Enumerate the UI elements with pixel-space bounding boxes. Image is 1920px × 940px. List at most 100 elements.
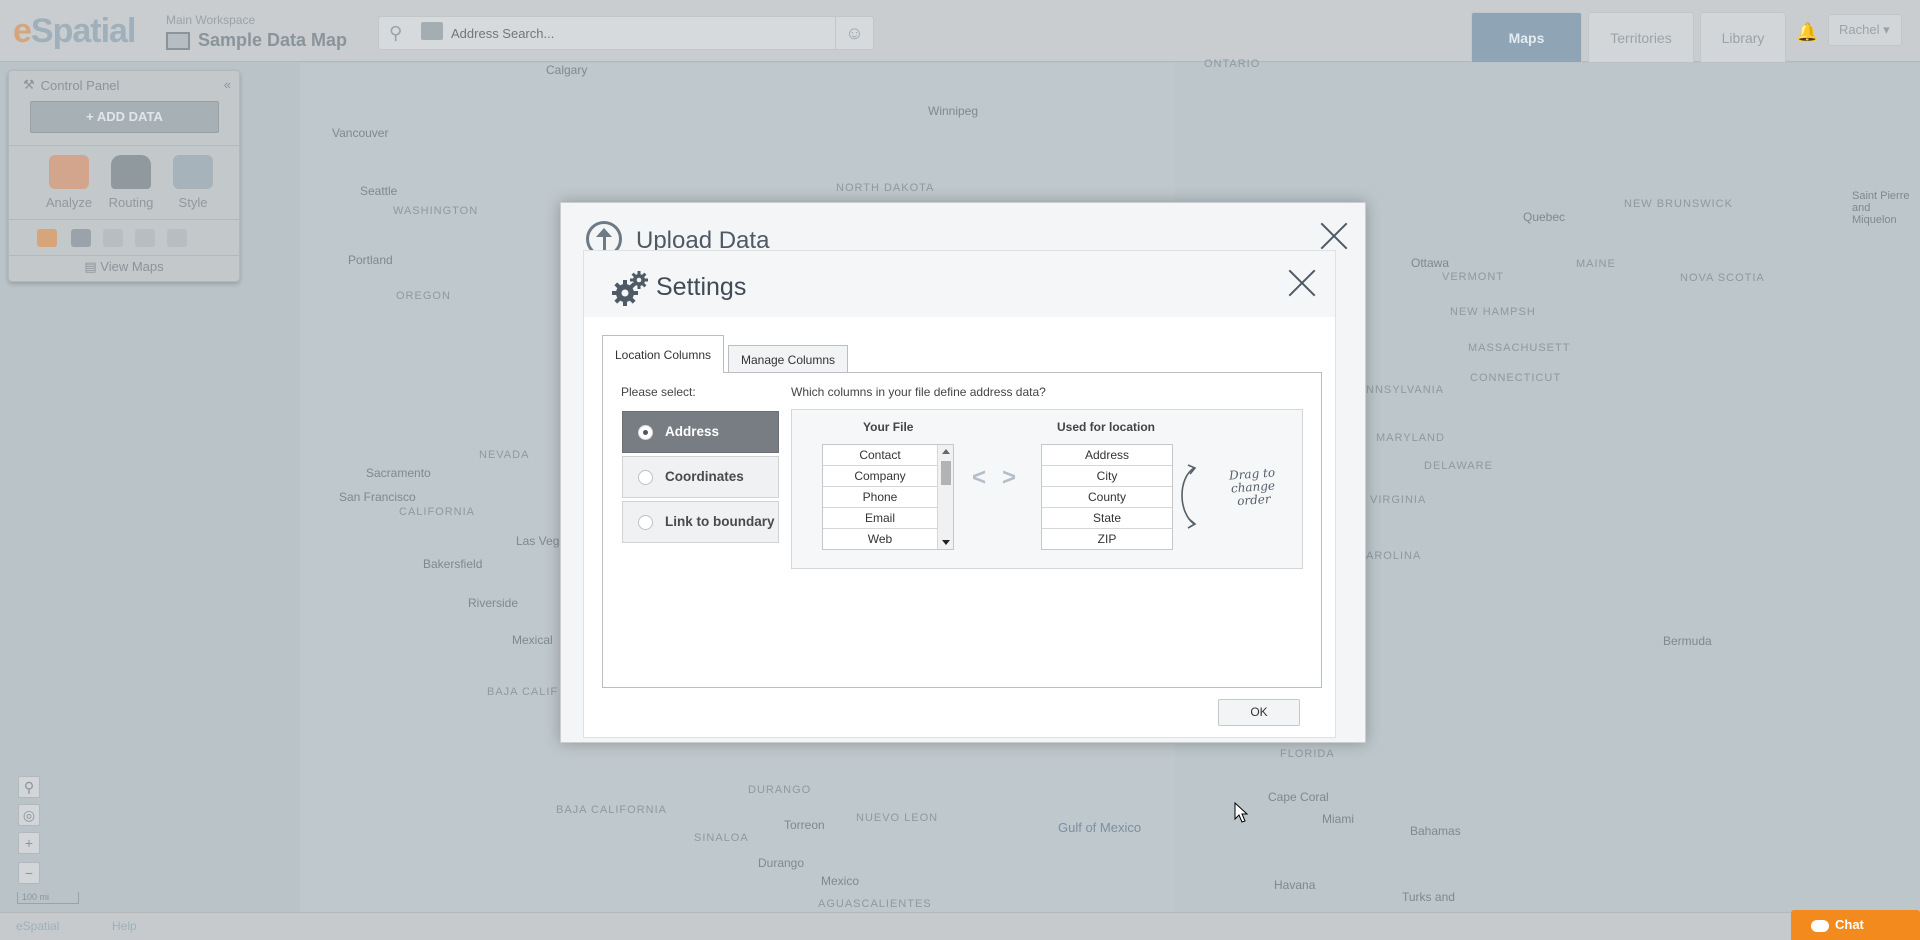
list-item[interactable]: Email	[823, 508, 937, 529]
warning-icon[interactable]	[37, 229, 57, 247]
mouse-cursor-icon	[1234, 802, 1249, 823]
globe-icon[interactable]	[135, 229, 155, 247]
view-maps-link[interactable]: ▤ View Maps	[9, 259, 239, 275]
zoom-out-button[interactable]: −	[18, 862, 40, 884]
bell-icon[interactable]: 🔔	[1796, 22, 1818, 43]
curved-arrows-icon	[1181, 464, 1197, 529]
map-label: CONNECTICUT	[1470, 372, 1562, 384]
zoom-box-icon[interactable]: ⚲	[18, 776, 40, 798]
map-icon	[166, 31, 190, 50]
move-right-button[interactable]: >	[1002, 464, 1016, 492]
map-label: NUEVO LEON	[856, 812, 939, 824]
collapse-icon[interactable]: «	[224, 77, 231, 92]
map-label: DELAWARE	[1424, 460, 1493, 472]
map-label: DURANGO	[748, 784, 812, 796]
divider	[9, 219, 239, 220]
your-file-list[interactable]: Contact Company Phone Email Web	[822, 444, 954, 550]
map-label: Quebec	[1523, 210, 1566, 224]
please-select-label: Please select:	[621, 385, 696, 399]
map-label: MASSACHUSETT	[1468, 342, 1571, 354]
radio-button[interactable]	[638, 470, 653, 485]
scroll-thumb[interactable]	[941, 461, 951, 485]
list-item[interactable]: Phone	[823, 487, 937, 508]
close-icon[interactable]	[1319, 221, 1349, 251]
list-item[interactable]: Company	[823, 466, 937, 487]
option-coordinates[interactable]: Coordinates	[622, 456, 779, 498]
routing-tool[interactable]: Routing	[101, 155, 161, 210]
ok-button[interactable]: OK	[1218, 699, 1300, 726]
map-label: Mexico	[821, 874, 860, 888]
add-data-button[interactable]: + ADD DATA	[30, 101, 219, 133]
map-label: Bermuda	[1663, 634, 1712, 648]
list-item[interactable]: Address	[1042, 445, 1172, 466]
map-label: Seattle	[360, 184, 398, 198]
drag-hint-text: Drag to change order	[1228, 465, 1276, 509]
map-label: NEW BRUNSWICK	[1624, 198, 1733, 210]
folder-icon[interactable]	[71, 229, 91, 247]
scrollbar[interactable]	[937, 445, 953, 549]
export-icon[interactable]	[167, 229, 187, 247]
add-note-icon[interactable]	[421, 22, 443, 40]
style-icon	[173, 155, 213, 189]
map-label: NEW HAMPSH	[1450, 306, 1536, 318]
scroll-up-icon[interactable]	[942, 449, 950, 454]
map-label: Riverside	[468, 596, 519, 610]
map-title[interactable]: Sample Data Map	[166, 30, 347, 51]
map-label: VERMONT	[1442, 271, 1504, 283]
option-link-to-boundary[interactable]: Link to boundary	[622, 501, 779, 543]
map-label: Ottawa	[1411, 256, 1450, 270]
list-item[interactable]: ZIP	[1042, 529, 1172, 549]
add-user-icon[interactable]: ☺	[835, 17, 873, 49]
list-item[interactable]: Contact	[823, 445, 937, 466]
map-label: BAJA CALIFORNIA	[556, 804, 667, 816]
settings-dialog: Settings Location Columns Manage Columns…	[583, 250, 1336, 738]
map-label: San Francisco	[339, 490, 416, 504]
map-label: Sacramento	[366, 466, 431, 480]
locate-icon[interactable]: ◎	[18, 804, 40, 826]
chat-icon	[1811, 919, 1829, 932]
list-item[interactable]: City	[1042, 466, 1172, 487]
tab-maps[interactable]: Maps	[1471, 12, 1582, 62]
map-label: MAINE	[1576, 258, 1616, 270]
map-label: VIRGINIA	[1370, 494, 1427, 506]
address-search-input[interactable]	[451, 21, 811, 45]
column-mapping-box: Your File Contact Company Phone Email We…	[791, 409, 1303, 569]
map-label: Miami	[1322, 812, 1354, 826]
scroll-down-icon[interactable]	[942, 540, 950, 545]
map-label: OREGON	[396, 290, 451, 302]
help-link[interactable]: Help	[112, 919, 137, 933]
map-label: WASHINGTON	[393, 205, 479, 217]
tab-library[interactable]: Library	[1700, 12, 1786, 62]
settings-title: Settings	[656, 273, 747, 301]
analyze-tool[interactable]: Analyze	[39, 155, 99, 210]
map-label: FLORIDA	[1280, 748, 1335, 760]
map-label: SINALOA	[694, 832, 749, 844]
user-menu[interactable]: Rachel ▾	[1828, 14, 1902, 46]
tab-territories[interactable]: Territories	[1588, 12, 1694, 62]
zoom-in-button[interactable]: +	[18, 832, 40, 854]
add-location-icon[interactable]: ⚲	[389, 23, 402, 44]
plus-icon: +	[86, 109, 97, 124]
map-label: ONTARIO	[1204, 58, 1261, 70]
move-left-button[interactable]: <	[972, 464, 986, 492]
map-label: Turks and	[1402, 890, 1455, 904]
analyze-icon	[49, 155, 89, 189]
tab-location-columns[interactable]: Location Columns	[602, 335, 724, 373]
location-columns-panel: Please select: Address Coordinates Link …	[602, 372, 1322, 688]
chat-button[interactable]: Chat	[1791, 910, 1920, 940]
style-tool[interactable]: Style	[163, 155, 223, 210]
map-label: Portland	[348, 253, 393, 267]
footer-logo[interactable]: eSpatial	[16, 919, 59, 933]
close-icon[interactable]	[1287, 268, 1317, 298]
list-item[interactable]: Web	[823, 529, 937, 549]
tab-manage-columns[interactable]: Manage Columns	[728, 345, 848, 373]
radio-button[interactable]	[638, 515, 653, 530]
espatial-logo[interactable]: eSpatial	[13, 12, 136, 51]
option-address[interactable]: Address	[622, 411, 779, 453]
used-for-location-list[interactable]: Address City County State ZIP	[1041, 444, 1173, 550]
list-item[interactable]: County	[1042, 487, 1172, 508]
share-icon[interactable]	[103, 229, 123, 247]
radio-button[interactable]	[638, 425, 653, 440]
list-item[interactable]: State	[1042, 508, 1172, 529]
workspace-label: Main Workspace	[166, 13, 256, 27]
